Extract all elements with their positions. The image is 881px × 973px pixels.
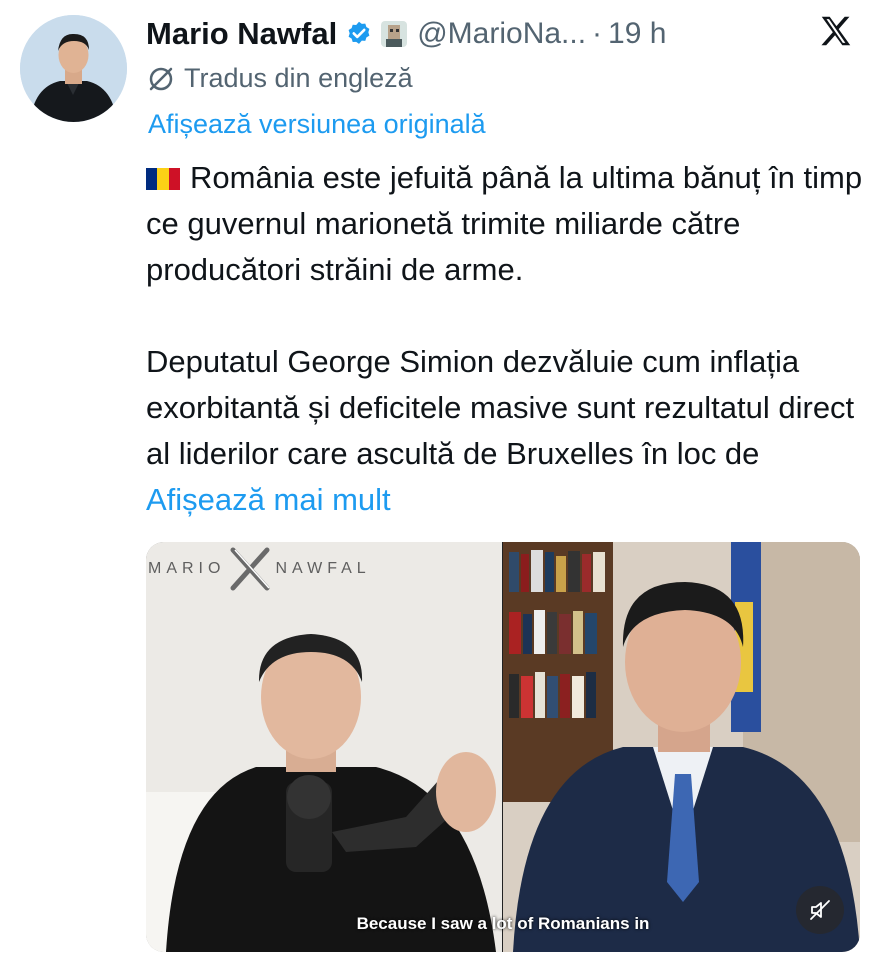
verified-badge-icon (345, 20, 373, 48)
translation-notice-text: Tradus din engleză (184, 63, 413, 93)
author-avatar[interactable] (20, 15, 127, 122)
tweet-body: România este jefuită până la ultima bănu… (146, 155, 866, 523)
watermark-x-icon (230, 547, 271, 591)
x-logo-icon[interactable] (817, 12, 855, 50)
video-player[interactable]: MARIO NAWFAL Because I saw a lot of Roma… (146, 542, 860, 952)
tweet-text-1: România este jefuită până la ultima bănu… (146, 160, 863, 287)
author-name[interactable]: Mario Nawfal (146, 16, 337, 52)
affiliate-badge-icon (381, 21, 408, 47)
avatar-portrait (20, 15, 127, 122)
romania-flag-icon (146, 168, 180, 190)
translate-slash-icon (149, 67, 173, 90)
author-handle[interactable]: @MarioNa... (417, 17, 586, 51)
video-subtitle: Because I saw a lot of Romanians in (356, 914, 650, 933)
separator-dot: · (592, 17, 603, 50)
tweet-time[interactable]: 19 h (608, 17, 666, 51)
video-watermark: MARIO NAWFAL (148, 547, 371, 591)
show-original-link[interactable]: Afișează versiunea originală (148, 109, 486, 140)
host-figure (146, 542, 502, 952)
video-left-host: MARIO NAWFAL (146, 542, 502, 952)
tweet-paragraph-2: Deputatul George Simion dezvăluie cum in… (146, 339, 866, 523)
watermark-left-text: MARIO (148, 560, 226, 577)
tweet-text-2: Deputatul George Simion dezvăluie cum in… (146, 344, 855, 471)
show-more-link[interactable]: Afișează mai mult (146, 482, 391, 517)
video-right-guest (503, 542, 860, 952)
watermark-right-text: NAWFAL (275, 560, 371, 577)
translation-notice: Tradus din engleză (146, 63, 413, 94)
tweet-paragraph-1: România este jefuită până la ultima bănu… (146, 155, 866, 293)
tweet-header: Mario Nawfal @MarioNa... · 19 h (146, 12, 861, 56)
